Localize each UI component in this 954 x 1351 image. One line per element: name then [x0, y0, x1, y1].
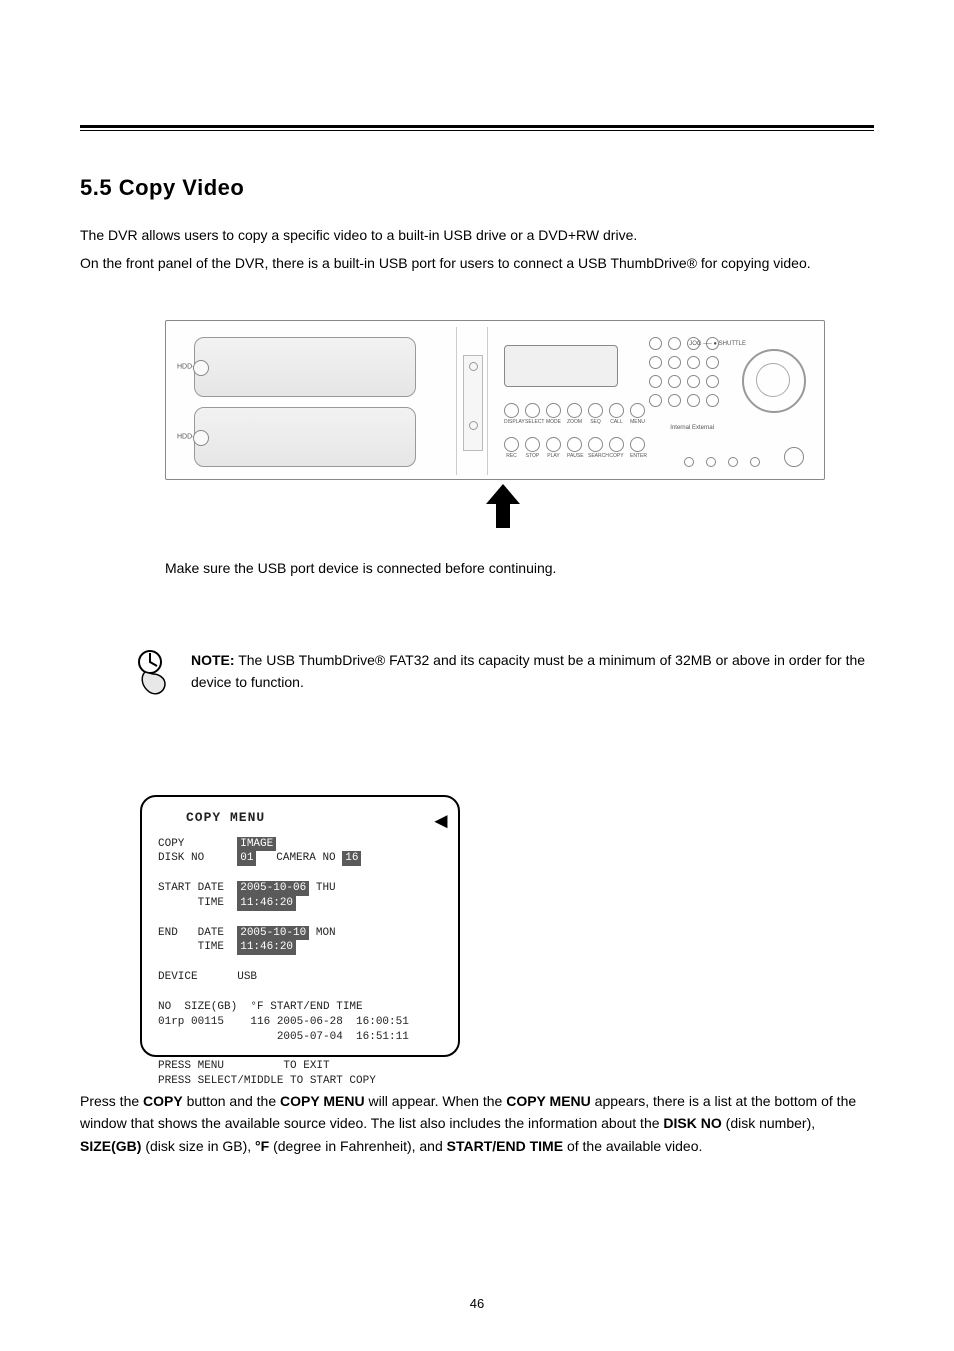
leds-title: Internal External [670, 425, 714, 431]
device-control-panel: DISPLAY SELECT MODE ZOOM SEQ CALL MENU R… [496, 325, 814, 477]
page-number: 46 [0, 1296, 954, 1311]
copy-menu-list-row-2: 2005-07-04 16:51:11 [158, 1031, 409, 1043]
hdd-led-2 [706, 457, 716, 467]
rec-button [504, 437, 519, 452]
device-front-panel-illustration: HDD-1 HDD-2 DISPLAY SELECT MODE ZOOM SEQ [165, 320, 825, 480]
copy-menu-body: COPY IMAGE DISK NO 01 CAMERA NO 16 START… [158, 837, 442, 1089]
camera-no-value: 16 [342, 851, 361, 866]
menu-button [630, 403, 645, 418]
copy-menu-title: COPY MENU [186, 809, 442, 827]
device-drive-bays: HDD-1 HDD-2 [174, 327, 454, 475]
start-time-value: 11:46:20 [237, 896, 296, 911]
device-center-strip [456, 327, 488, 475]
header-rule [80, 125, 874, 131]
copy-menu-press-menu: PRESS MENU TO EXIT [158, 1060, 330, 1072]
mode-button [546, 403, 561, 418]
jog-shuttle-label: JOG ── ● SHUTTLE [689, 341, 746, 347]
copy-type-value: IMAGE [237, 837, 276, 852]
copy-button [609, 437, 624, 452]
device-lcd [504, 345, 618, 387]
end-time-value: 11:46:20 [237, 940, 296, 955]
note-text: NOTE: The USB ThumbDrive® FAT32 and its … [191, 650, 874, 693]
disk-no-value: 01 [237, 851, 256, 866]
zoom-button [567, 403, 582, 418]
pointing-hand-icon [135, 650, 171, 698]
device-button-row-1: DISPLAY SELECT MODE ZOOM SEQ CALL MENU [504, 403, 645, 425]
enter-button [630, 437, 645, 452]
intro-line-2: On the front panel of the DVR, there is … [80, 253, 874, 275]
stop-button [525, 437, 540, 452]
usb-connect-note: Make sure the USB port device is connect… [165, 560, 874, 576]
hdd-led-1 [684, 457, 694, 467]
search-button [588, 437, 603, 452]
device-button-row-2: REC STOP PLAY PAUSE SEARCH COPY ENTER [504, 437, 645, 459]
intro-line-1: The DVR allows users to copy a specific … [80, 225, 874, 247]
device-numeric-grid [649, 337, 720, 408]
hdd-bay-2: HDD-2 [194, 407, 416, 467]
explanation-paragraph: Press the COPY button and the COPY MENU … [80, 1090, 874, 1157]
copy-menu-press-select: PRESS SELECT/MIDDLE TO START COPY [158, 1075, 376, 1087]
intro-text: The DVR allows users to copy a specific … [80, 225, 874, 280]
select-button [525, 403, 540, 418]
left-pointer-icon: ◄ [430, 808, 452, 834]
copy-menu-list-row-1: 01rp 00115 116 2005-06-28 16:00:51 [158, 1016, 409, 1028]
end-date-value: 2005-10-10 [237, 926, 309, 941]
display-button [504, 403, 519, 418]
note-block: NOTE: The USB ThumbDrive® FAT32 and its … [135, 650, 874, 698]
note-body: The USB ThumbDrive® FAT32 and its capaci… [191, 652, 865, 690]
section-heading: 5.5 Copy Video [80, 175, 244, 201]
start-date-value: 2005-10-06 [237, 881, 309, 896]
seq-button [588, 403, 603, 418]
lan-led [750, 457, 760, 467]
power-button-icon [784, 447, 804, 467]
jog-shuttle-dial [742, 349, 806, 413]
up-arrow-icon [486, 484, 520, 528]
hdd-bay-1: HDD-1 [194, 337, 416, 397]
device-value: USB [237, 971, 257, 983]
call-button [609, 403, 624, 418]
copy-menu-list-header: NO SIZE(GB) °F START/END TIME [158, 1001, 363, 1013]
copy-menu-screenshot: COPY MENU COPY IMAGE DISK NO 01 CAMERA N… [140, 795, 460, 1057]
pause-button [567, 437, 582, 452]
note-label: NOTE: [191, 652, 235, 668]
play-button [546, 437, 561, 452]
alarm-led [728, 457, 738, 467]
document-page: 5.5 Copy Video The DVR allows users to c… [0, 0, 954, 1351]
